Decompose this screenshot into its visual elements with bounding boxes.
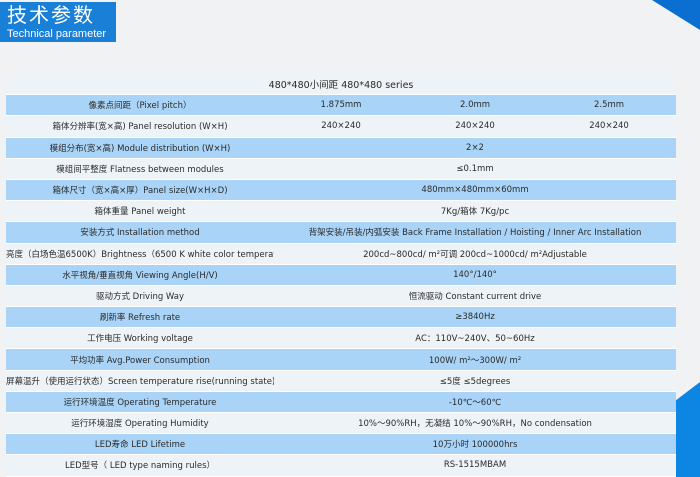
spec-value: 10万小时 100000hrs xyxy=(274,433,677,456)
table-row: 工作电压 Working voltage AC：110V~240V、50~60Hz xyxy=(6,327,677,350)
spec-value: 140°/140° xyxy=(274,264,677,286)
spec-value: 2.5mm xyxy=(542,94,677,117)
spec-label: LED寿命 LED Lifetime xyxy=(6,433,274,456)
table-row: 箱体重量 Panel weight 7Kg/箱体 7Kg/pc xyxy=(6,200,677,223)
table-row: 箱体分辨率(宽×高) Panel resolution (W×H) 240×240… xyxy=(6,115,677,138)
spec-label: 亮度（白场色温6500K）Brightness（6500 K white col… xyxy=(6,243,274,265)
spec-label: 箱体尺寸（宽×高×厚）Panel size(W×H×D) xyxy=(6,179,274,202)
spec-label: 箱体分辨率(宽×高) Panel resolution (W×H) xyxy=(6,115,274,138)
spec-value: ≤0.1mm xyxy=(274,158,677,180)
spec-value: 480mm×480mm×60mm xyxy=(274,179,677,202)
section-header: 技术参数 Technical parameter xyxy=(0,2,116,42)
spec-label: 模组分布(宽×高) Module distribution (W×H) xyxy=(6,137,274,159)
table-row: 驱动方式 Driving Way 恒流驱动 Constant current dr… xyxy=(6,285,677,308)
spec-label: 安装方式 Installation method xyxy=(6,221,274,244)
spec-value: AC：110V~240V、50~60Hz xyxy=(274,327,677,350)
spec-value: 240×240 xyxy=(408,115,542,138)
table-row: 亮度（白场色温6500K）Brightness（6500 K white col… xyxy=(6,243,677,265)
spec-value: -10℃～60℃ xyxy=(274,391,677,414)
spec-value: RS-1515MBAM xyxy=(274,454,677,477)
table-row: 平均功率 Avg.Power Consumption 100W/ m²～300W/… xyxy=(6,348,677,371)
corner-decoration-top xyxy=(652,0,700,30)
spec-label: 平均功率 Avg.Power Consumption xyxy=(6,348,274,371)
table-row: 安装方式 Installation method 背架安装/吊装/内弧安装 Bac… xyxy=(6,221,677,244)
spec-value: ≤5度 ≤5degrees xyxy=(274,370,677,392)
spec-value: 240×240 xyxy=(542,115,677,138)
table-row: LED型号（ LED type naming rules） RS-1515MBAM xyxy=(6,454,677,477)
table-row: 箱体尺寸（宽×高×厚）Panel size(W×H×D) 480mm×480mm×… xyxy=(6,179,677,202)
spec-label: 运行环境湿度 Operating Humidity xyxy=(6,412,274,435)
table-row: 运行环境湿度 Operating Humidity 10%～90%RH，无凝结 1… xyxy=(6,412,677,435)
spec-label: 像素点间距（Pixel pitch） xyxy=(6,94,274,117)
header-title-en: Technical parameter xyxy=(7,28,107,40)
table-row: LED寿命 LED Lifetime 10万小时 100000hrs xyxy=(6,433,677,456)
table-row: 模组间平整度 Flatness between modules ≤0.1mm xyxy=(6,158,677,180)
series-title-row: 480*480小间距 480*480 series xyxy=(6,74,677,96)
spec-table: 480*480小间距 480*480 series 像素点间距（Pixel pi… xyxy=(6,74,677,477)
spec-label: 运行环境温度 Operating Temperature xyxy=(6,391,274,414)
table-row: 像素点间距（Pixel pitch） 1.875mm 2.0mm 2.5mm xyxy=(6,94,677,117)
spec-label: 屏幕温升（使用运行状态）Screen temperature rise(runn… xyxy=(6,370,274,392)
spec-value: 背架安装/吊装/内弧安装 Back Frame Installation / H… xyxy=(274,221,677,244)
series-title: 480*480小间距 480*480 series xyxy=(6,74,677,96)
spec-value: 200cd~800cd/ m²可调 200cd~1000cd/ m²Adjust… xyxy=(274,243,677,265)
spec-value: 1.875mm xyxy=(274,94,408,117)
spec-label: 模组间平整度 Flatness between modules xyxy=(6,158,274,180)
table-row: 模组分布(宽×高) Module distribution (W×H) 2×2 xyxy=(6,137,677,159)
table-row: 水平视角/垂直视角 Viewing Angle(H/V) 140°/140° xyxy=(6,264,677,286)
header-title-cn: 技术参数 xyxy=(7,3,95,27)
table-row: 屏幕温升（使用运行状态）Screen temperature rise(runn… xyxy=(6,370,677,392)
table-row: 运行环境温度 Operating Temperature -10℃～60℃ xyxy=(6,391,677,414)
spec-value: 7Kg/箱体 7Kg/pc xyxy=(274,200,677,223)
spec-value: 10%～90%RH，无凝结 10%～90%RH，No condensation xyxy=(274,412,677,435)
spec-value: 240×240 xyxy=(274,115,408,138)
spec-value: 2×2 xyxy=(274,137,677,159)
spec-label: 驱动方式 Driving Way xyxy=(6,285,274,308)
spec-value: 恒流驱动 Constant current drive xyxy=(274,285,677,308)
spec-label: 箱体重量 Panel weight xyxy=(6,200,274,223)
table-row: 刷新率 Refresh rate ≥3840Hz xyxy=(6,306,677,329)
spec-label: LED型号（ LED type naming rules） xyxy=(6,454,274,477)
spec-label: 刷新率 Refresh rate xyxy=(6,306,274,329)
spec-label: 水平视角/垂直视角 Viewing Angle(H/V) xyxy=(6,264,274,286)
spec-value: ≥3840Hz xyxy=(274,306,677,329)
spec-table-body: 480*480小间距 480*480 series 像素点间距（Pixel pi… xyxy=(6,74,677,477)
spec-value: 2.0mm xyxy=(408,94,542,117)
spec-value: 100W/ m²～300W/ m² xyxy=(274,348,677,371)
spec-label: 工作电压 Working voltage xyxy=(6,327,274,350)
